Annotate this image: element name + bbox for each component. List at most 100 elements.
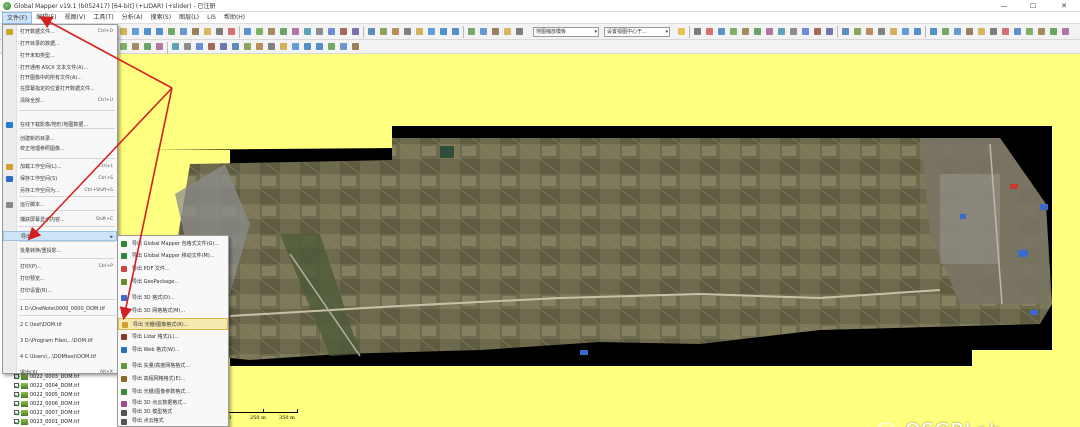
measure-icon[interactable] — [1048, 26, 1059, 37]
zoom-in-icon[interactable] — [142, 26, 153, 37]
terrain-icon[interactable] — [776, 26, 787, 37]
line-icon[interactable] — [900, 26, 911, 37]
zoom-out-icon[interactable] — [976, 26, 987, 37]
folder-open-icon[interactable] — [414, 26, 425, 37]
file-menu-item[interactable]: 创建新的目录... — [3, 134, 117, 144]
file-menu-item[interactable]: 打印设置(R)... — [3, 286, 117, 296]
digitize-icon[interactable] — [888, 26, 899, 37]
shade-icon[interactable] — [266, 26, 277, 37]
file-menu-item[interactable]: 打开通用 ASCII 文本文件(A)... — [3, 63, 117, 73]
export-menu-item[interactable]: 导出 PDF 文件... — [118, 263, 228, 275]
profile-icon[interactable] — [230, 41, 241, 52]
pencil-icon[interactable] — [142, 41, 153, 52]
checkbox-icon[interactable] — [14, 383, 19, 388]
folder-open-icon[interactable] — [118, 26, 129, 37]
pan-icon[interactable] — [130, 26, 141, 37]
layer-template-select[interactable]: 地图缩放模板 ▾ — [533, 27, 599, 37]
point-icon[interactable] — [928, 26, 939, 37]
area-icon[interactable] — [912, 26, 923, 37]
menu-file[interactable]: 文件(F) — [2, 11, 33, 24]
file-menu-item[interactable]: 运行脚本... — [3, 200, 117, 210]
export-menu-item[interactable]: 导出 3D 点云数据格式... — [118, 399, 228, 408]
layer-item[interactable]: 0022_0007_DOM.tif — [0, 408, 118, 417]
back-icon[interactable] — [118, 41, 129, 52]
menu-tools[interactable]: 工具(T) — [89, 12, 117, 24]
shade-icon[interactable] — [788, 26, 799, 37]
menu-analysis[interactable]: 分析(A) — [118, 12, 147, 24]
select-icon[interactable] — [1036, 26, 1047, 37]
file-menu-item[interactable]: 清除全部... Ctrl+U — [3, 96, 117, 106]
back-icon[interactable] — [178, 26, 189, 37]
select-icon[interactable] — [514, 26, 525, 37]
file-menu-item[interactable]: 1 D:\OneNote\0000_0000_DOM.tif — [3, 304, 117, 314]
export-menu-item[interactable]: 导出 Web 格式(W)... — [118, 344, 228, 356]
lidar-icon[interactable] — [278, 41, 289, 52]
home-icon[interactable] — [716, 26, 727, 37]
file-menu-item[interactable]: 2 C:\test\DOM.tif — [3, 320, 117, 330]
terrain-icon[interactable] — [194, 41, 205, 52]
view-3d-icon[interactable] — [824, 26, 835, 37]
file-menu-item[interactable]: 校正地理参照图像... — [3, 144, 117, 154]
pan-icon[interactable] — [426, 26, 437, 37]
minimize-button[interactable]: — — [990, 0, 1018, 12]
point-icon[interactable] — [338, 41, 349, 52]
file-menu-item[interactable]: 打开图像中的所有文件(A)... — [3, 73, 117, 83]
star-icon[interactable] — [676, 26, 687, 37]
contour-icon[interactable] — [278, 26, 289, 37]
menu-layer[interactable]: 图层(L) — [175, 12, 203, 24]
digitize-icon[interactable] — [302, 41, 313, 52]
pan-icon[interactable] — [952, 26, 963, 37]
file-menu-item[interactable]: 打开数据文件... Ctrl+O — [3, 27, 117, 37]
lidar-icon[interactable] — [864, 26, 875, 37]
export-menu-item[interactable]: 导出 矢量/高度网格格式... — [118, 360, 228, 372]
file-menu-item[interactable]: 打开未知类型... — [3, 51, 117, 61]
file-menu-item[interactable]: 打开目录的数据... — [3, 39, 117, 49]
layer-item[interactable]: 0022_0005_DOM.tif — [0, 390, 118, 399]
layer-icon[interactable] — [350, 26, 361, 37]
back-icon[interactable] — [478, 26, 489, 37]
info-icon[interactable] — [182, 41, 193, 52]
zoom-in-icon[interactable] — [964, 26, 975, 37]
home-icon[interactable] — [130, 41, 141, 52]
line-icon[interactable] — [378, 26, 389, 37]
menu-search[interactable]: 搜索(S) — [147, 12, 176, 24]
export-icon[interactable] — [852, 26, 863, 37]
measure-icon[interactable] — [226, 26, 237, 37]
profile-icon[interactable] — [812, 26, 823, 37]
export-menu-item[interactable]: 导出 高程网格格式(E)... — [118, 373, 228, 385]
layer-item[interactable]: 0022_0004_DOM.tif — [0, 381, 118, 390]
measure-icon[interactable] — [752, 26, 763, 37]
layer-icon[interactable] — [290, 41, 301, 52]
zoom-in-icon[interactable] — [438, 26, 449, 37]
export-menu-item[interactable]: 导出 光栅/图像参数格式... — [118, 386, 228, 398]
menu-help[interactable]: 帮助(H) — [220, 12, 249, 24]
terrain-icon[interactable] — [254, 26, 265, 37]
export-icon[interactable] — [266, 41, 277, 52]
zoom-out-icon[interactable] — [154, 26, 165, 37]
digitize-icon[interactable] — [366, 26, 377, 37]
contour-icon[interactable] — [800, 26, 811, 37]
export-menu-item[interactable]: 导出 3D 网格格式(M)... — [118, 305, 228, 317]
file-menu-item[interactable]: 加载工作空间(L)... Ctrl+L — [3, 162, 117, 172]
export-menu-item[interactable]: 导出 Lidar 格式(L)... — [118, 331, 228, 343]
zoom-extents-icon[interactable] — [466, 26, 477, 37]
checkbox-icon[interactable] — [14, 419, 19, 424]
view-center-select[interactable]: 设置视图中心于... ▾ — [604, 27, 670, 37]
layer-icon[interactable] — [876, 26, 887, 37]
grid-icon[interactable] — [314, 26, 325, 37]
menu-item-export-raster[interactable]: 导出 光栅/图像格式(R)... — [118, 318, 228, 330]
export-menu-item[interactable]: 导出 GeoPackage... — [118, 276, 228, 288]
home-icon[interactable] — [190, 26, 201, 37]
maximize-button[interactable]: ☐ — [1019, 0, 1047, 12]
folder-open-icon[interactable] — [940, 26, 951, 37]
checkbox-icon[interactable] — [14, 401, 19, 406]
file-menu-item[interactable]: 保存工作空间(S) Ctrl+S — [3, 174, 117, 184]
pencil-icon[interactable] — [1024, 26, 1035, 37]
back-icon[interactable] — [704, 26, 715, 37]
export-menu-item[interactable]: 导出 3D 格式(D)... — [118, 292, 228, 304]
export-icon[interactable] — [326, 26, 337, 37]
file-menu-item[interactable]: 批量转换/重投影... — [3, 246, 117, 256]
layer-item[interactable]: 0022_0006_DOM.tif — [0, 399, 118, 408]
shade-icon[interactable] — [206, 41, 217, 52]
info-icon[interactable] — [242, 26, 253, 37]
